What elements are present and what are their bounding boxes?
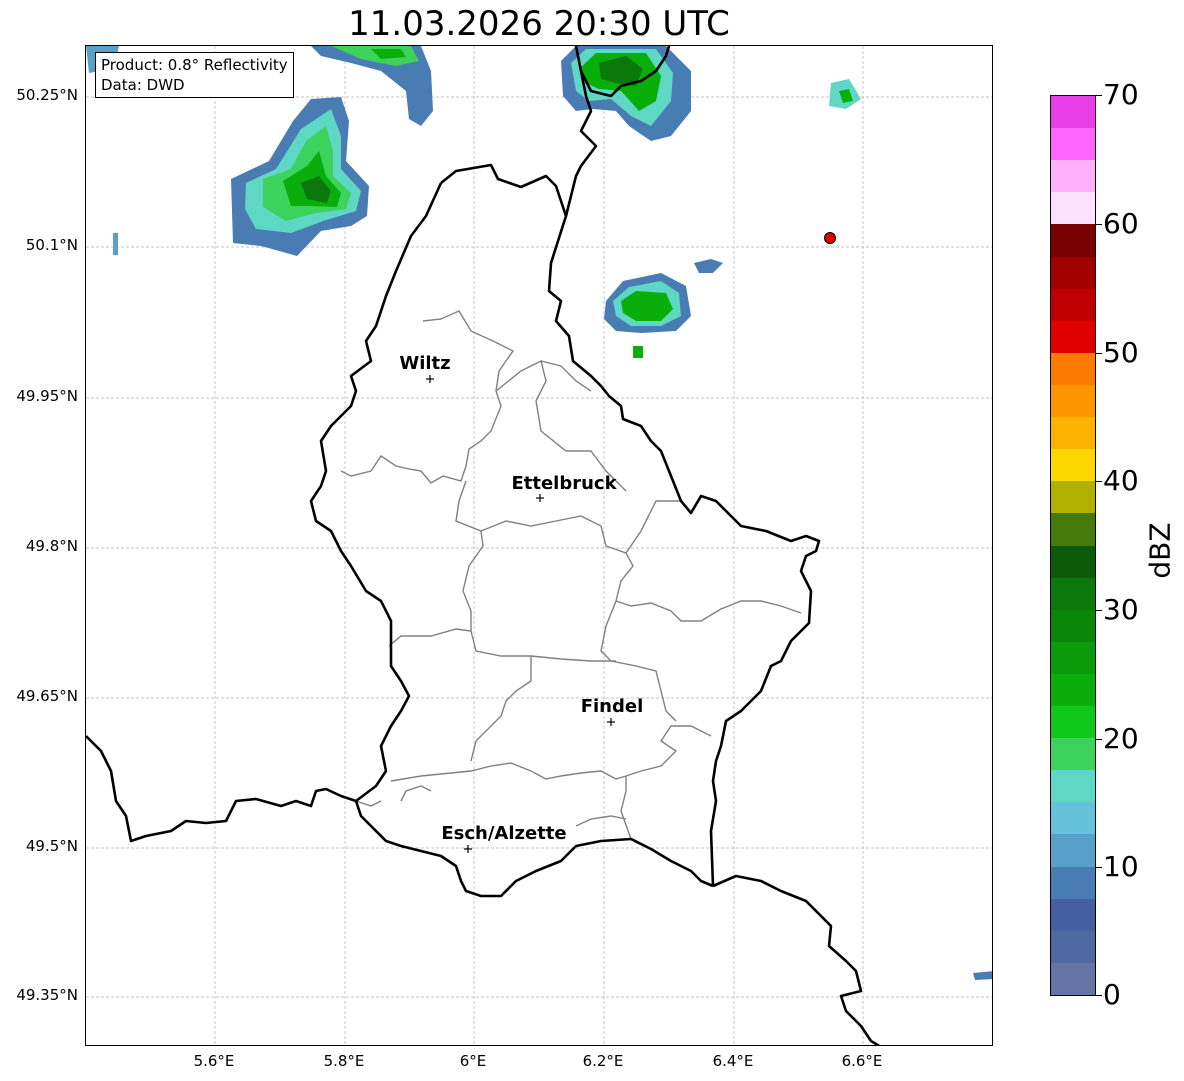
radar-map[interactable]: Wiltz Ettelbruck Findel Esch/Alzette (85, 45, 993, 1046)
lon-label: 6.6°E (841, 1052, 883, 1070)
colorbar-segment (1051, 770, 1095, 803)
city-label-findel: Findel (581, 696, 644, 717)
colorbar-segment (1051, 513, 1095, 546)
colorbar-segment (1051, 224, 1095, 258)
colorbar-segment (1051, 256, 1095, 290)
colorbar-segment (1051, 930, 1095, 964)
city-markers (426, 375, 615, 853)
lon-label: 6.2°E (582, 1052, 624, 1070)
grid-lines (86, 46, 992, 1045)
colorbar-segment (1051, 673, 1095, 707)
colorbar-segment (1051, 962, 1095, 996)
colorbar-segment (1051, 641, 1095, 675)
colorbar-segment (1051, 545, 1095, 579)
esch-marker (464, 845, 472, 853)
colorbar-tick: 20 (1103, 722, 1139, 755)
findel-marker (607, 718, 615, 726)
ettelbruck-marker (536, 494, 544, 502)
colorbar-segment (1051, 352, 1095, 386)
colorbar-segment (1051, 160, 1095, 193)
colorbar-segment (1051, 802, 1095, 835)
colorbar-segment (1051, 706, 1095, 739)
colorbar-segment (1051, 449, 1095, 482)
map-title: 11.03.2026 20:30 UTC (348, 4, 730, 44)
colorbar-segment (1051, 128, 1095, 161)
city-label-ettelbruck: Ettelbruck (511, 473, 617, 494)
colorbar-segment (1051, 834, 1095, 868)
colorbar-tick: 30 (1103, 593, 1139, 626)
colorbar (1050, 95, 1096, 996)
lat-label: 49.35°N (16, 986, 78, 1004)
data-source-text: Data: DWD (101, 76, 185, 94)
colorbar-segment (1051, 96, 1095, 129)
colorbar-tick: 10 (1103, 850, 1139, 883)
colorbar-segment (1051, 898, 1095, 932)
colorbar-label: dBZ (1143, 522, 1177, 579)
colorbar-tick: 70 (1103, 78, 1139, 111)
colorbar-segment (1051, 609, 1095, 643)
lon-label: 6.4°E (712, 1052, 754, 1070)
colorbar-segment (1051, 417, 1095, 450)
product-text: Product: 0.8° Reflectivity (101, 56, 288, 74)
lon-label: 5.6°E (193, 1052, 235, 1070)
colorbar-segment (1051, 192, 1095, 225)
colorbar-segment (1051, 288, 1095, 322)
lat-label: 50.1°N (25, 236, 78, 254)
city-label-esch: Esch/Alzette (441, 823, 566, 844)
lon-label: 5.8°E (323, 1052, 365, 1070)
colorbar-tick: 40 (1103, 464, 1139, 497)
colorbar-tick: 50 (1103, 336, 1139, 369)
wiltz-marker (426, 375, 434, 383)
lon-label: 6°E (459, 1052, 487, 1070)
lat-label: 49.95°N (16, 387, 78, 405)
colorbar-tick: 60 (1103, 207, 1139, 240)
colorbar-tick: 0 (1103, 978, 1121, 1011)
colorbar-segment (1051, 577, 1095, 611)
city-label-wiltz: Wiltz (399, 353, 450, 374)
product-info-box: Product: 0.8° Reflectivity Data: DWD (95, 52, 294, 98)
lat-label: 49.65°N (16, 687, 78, 705)
radar-station-marker[interactable] (824, 232, 836, 244)
lat-label: 49.5°N (25, 837, 78, 855)
radar-map-canvas: Wiltz Ettelbruck Findel Esch/Alzette (86, 46, 992, 1045)
colorbar-segment (1051, 384, 1095, 418)
canton-boundaries (340, 310, 802, 840)
lat-label: 49.8°N (25, 537, 78, 555)
colorbar-segment (1051, 481, 1095, 514)
colorbar-segment (1051, 320, 1095, 354)
colorbar-segment (1051, 866, 1095, 900)
lat-label: 50.25°N (16, 86, 78, 104)
colorbar-segment (1051, 738, 1095, 771)
